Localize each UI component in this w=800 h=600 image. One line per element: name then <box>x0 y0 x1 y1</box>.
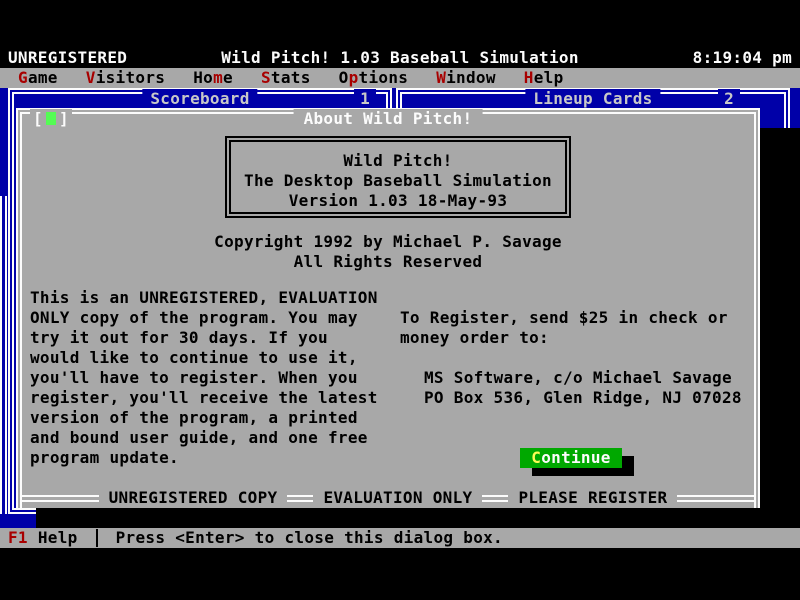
window-lineup-cards-title[interactable]: Lineup Cards <box>525 89 660 109</box>
register-instructions-text: To Register, send $25 in check or money … <box>400 308 728 348</box>
menu-item-options-hotkey: p <box>349 68 359 87</box>
f1-key-label[interactable]: F1 <box>8 528 28 548</box>
evaluation-notice-text: This is an UNREGISTERED, EVALUATION ONLY… <box>30 288 378 468</box>
window-lineup-cards-number: 2 <box>718 89 740 109</box>
menu-item-visitors[interactable]: Visitors <box>86 68 165 88</box>
screen: UNREGISTERED Wild Pitch! 1.03 Baseball S… <box>0 0 800 600</box>
dialog-shadow-right <box>760 128 800 508</box>
menu-item-home[interactable]: Home <box>193 68 233 88</box>
status-separator <box>96 529 98 547</box>
help-label[interactable]: Help <box>38 528 78 548</box>
copyright-text: Copyright 1992 by Michael P. Savage All … <box>22 232 754 272</box>
menu-item-help-post: elp <box>534 68 564 87</box>
dialog-title: About Wild Pitch! <box>294 109 483 129</box>
clock: 8:19:04 pm <box>693 48 792 68</box>
menu-item-game-hotkey: G <box>18 68 28 87</box>
menu-item-home-hotkey: m <box>213 68 223 87</box>
menu-item-visitors-post: isitors <box>96 68 166 87</box>
footer-divider-line <box>677 495 754 502</box>
footer-register-label: PLEASE REGISTER <box>508 488 677 508</box>
close-bracket-right: ] <box>59 109 69 128</box>
status-message: Press <Enter> to close this dialog box. <box>116 528 503 548</box>
footer-divider-line <box>482 495 508 502</box>
menu-item-help-hotkey: H <box>524 68 534 87</box>
menu-bar: Game Visitors Home Stats Options Window … <box>0 68 800 88</box>
menu-item-stats-post: tats <box>271 68 311 87</box>
window-scoreboard-title[interactable]: Scoreboard <box>142 89 257 109</box>
title-bar: UNREGISTERED Wild Pitch! 1.03 Baseball S… <box>0 48 800 68</box>
menu-item-options[interactable]: Options <box>339 68 409 88</box>
footer-divider-line <box>22 495 99 502</box>
menu-item-visitors-hotkey: V <box>86 68 96 87</box>
program-info-box: Wild Pitch! The Desktop Baseball Simulat… <box>225 136 571 218</box>
status-bar: F1 Help Press <Enter> to close this dial… <box>0 528 800 548</box>
footer-evaluation-label: EVALUATION ONLY <box>313 488 482 508</box>
close-icon <box>46 112 56 125</box>
menu-item-help[interactable]: Help <box>524 68 564 88</box>
menu-item-game[interactable]: Game <box>18 68 58 88</box>
close-button[interactable]: [] <box>30 109 72 129</box>
menu-item-window[interactable]: Window <box>436 68 496 88</box>
menu-item-options-post: tions <box>359 68 409 87</box>
continue-button-label: ontinue <box>541 448 611 467</box>
window-frame-fragment <box>0 196 7 514</box>
about-dialog: [] About Wild Pitch! Wild Pitch! The Des… <box>16 108 760 508</box>
footer-unregistered-label: UNREGISTERED COPY <box>99 488 288 508</box>
continue-button[interactable]: Continue <box>520 448 622 468</box>
close-bracket-left: [ <box>33 109 43 128</box>
menu-item-window-hotkey: W <box>436 68 446 87</box>
menu-item-home-pre: Ho <box>193 68 213 87</box>
footer-divider-line <box>287 495 313 502</box>
dialog-footer: UNREGISTERED COPY EVALUATION ONLY PLEASE… <box>22 488 754 508</box>
app-title: Wild Pitch! 1.03 Baseball Simulation <box>0 48 800 68</box>
menu-item-stats[interactable]: Stats <box>261 68 311 88</box>
menu-item-home-post: e <box>223 68 233 87</box>
continue-button-hotkey: C <box>531 448 541 467</box>
dialog-shadow-bottom <box>36 508 800 528</box>
menu-item-window-post: indow <box>446 68 496 87</box>
menu-item-options-pre: O <box>339 68 349 87</box>
menu-item-game-post: ame <box>28 68 58 87</box>
register-address-text: MS Software, c/o Michael Savage PO Box 5… <box>424 368 742 408</box>
menu-item-stats-hotkey: S <box>261 68 271 87</box>
window-scoreboard-number: 1 <box>354 89 376 109</box>
